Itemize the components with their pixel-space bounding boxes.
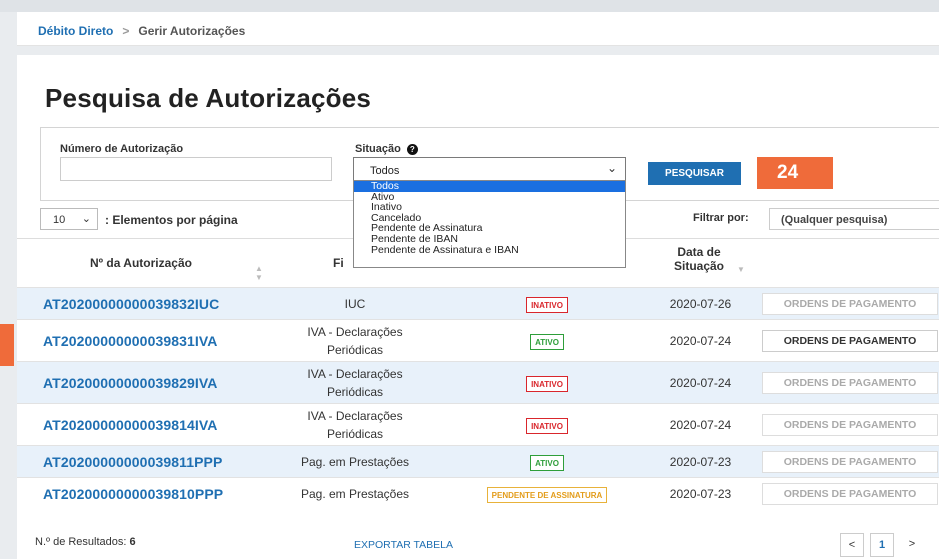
status-cell: ATIVO (457, 453, 637, 471)
auth-id-link[interactable]: AT20200000000039810PPP (43, 486, 223, 502)
finalidade-cell: Pag. em Prestações (281, 453, 429, 471)
header-data-situacao[interactable]: Data de Situação (664, 245, 734, 273)
date-cell: 2020-07-23 (669, 455, 732, 469)
situacao-option[interactable]: Todos (354, 181, 625, 192)
finalidade-cell: IUC (281, 295, 429, 313)
payment-orders-button[interactable]: ORDENS DE PAGAMENTO (762, 372, 938, 394)
pagination-prev-button[interactable]: < (840, 533, 864, 557)
finalidade-cell: Pag. em Prestações (281, 485, 429, 503)
status-badge: ATIVO (530, 455, 564, 471)
auth-id-link[interactable]: AT20200000000039831IVA (43, 333, 218, 349)
sort-icon[interactable]: ▲ ▼ (255, 264, 263, 282)
annotation-badge: 24 (757, 157, 833, 189)
situacao-select[interactable]: Todos ⌄ (353, 157, 626, 181)
status-badge: ATIVO (530, 334, 564, 350)
table-row: AT20200000000039831IVA IVA - Declarações P… (17, 319, 939, 361)
situacao-label: Situação? (355, 143, 418, 155)
search-button[interactable]: PESQUISAR (648, 162, 741, 185)
table-row: AT20200000000039829IVA IVA - Declarações P… (17, 361, 939, 403)
export-table-link[interactable]: EXPORTAR TABELA (354, 539, 453, 551)
finalidade-cell: IVA - Declarações Periódicas (281, 407, 429, 443)
finalidade-text: Pag. em Prestações (300, 455, 410, 469)
filter-by-label: Filtrar por: (693, 212, 749, 224)
date-cell: 2020-07-24 (669, 376, 732, 390)
filter-by-input[interactable]: (Qualquer pesquisa) (769, 208, 939, 230)
results-number: 6 (129, 536, 136, 548)
status-cell: INATIVO (457, 416, 637, 434)
results-label: N.º de Resultados: (35, 536, 127, 548)
status-badge: INATIVO (526, 418, 568, 434)
header-finalidade[interactable]: Fi (333, 256, 344, 270)
situacao-selected-value: Todos (370, 165, 400, 177)
date-cell: 2020-07-26 (669, 297, 732, 311)
table-row: AT20200000000039810PPP Pag. em Prestações… (17, 477, 939, 509)
finalidade-text: IVA - Declarações (307, 325, 403, 339)
payment-orders-button[interactable]: ORDENS DE PAGAMENTO (762, 451, 938, 473)
results-count: N.º de Resultados: 6 (35, 536, 136, 548)
chevron-down-icon: ⌄ (606, 161, 617, 175)
header-data-situacao-line2: Situação (673, 259, 724, 273)
finalidade-text: Periódicas (326, 343, 384, 357)
status-cell: ATIVO (457, 332, 637, 350)
auth-number-label: Número de Autorização (60, 143, 184, 155)
status-cell: PENDENTE DE ASSINATURA (457, 485, 637, 503)
help-circle-icon[interactable]: ? (406, 143, 418, 155)
auth-id-link[interactable]: AT20200000000039811PPP (43, 454, 222, 470)
finalidade-text: Periódicas (326, 385, 384, 399)
finalidade-text: IVA - Declarações (307, 409, 403, 423)
situacao-label-text: Situação (355, 143, 401, 155)
per-page-value: 10 (53, 214, 66, 226)
finalidade-text: Pag. em Prestações (300, 487, 410, 501)
date-cell: 2020-07-23 (669, 487, 732, 501)
date-cell: 2020-07-24 (669, 418, 732, 432)
pagination-page-button[interactable]: 1 (870, 533, 894, 557)
situacao-dropdown-list: Todos Ativo Inativo Cancelado Pendente d… (353, 180, 626, 268)
payment-orders-button[interactable]: ORDENS DE PAGAMENTO (762, 330, 938, 352)
finalidade-cell: IVA - Declarações Periódicas (281, 323, 429, 359)
finalidade-text: IVA - Declarações (307, 367, 403, 381)
finalidade-cell: IVA - Declarações Periódicas (281, 365, 429, 401)
breadcrumb-separator: > (122, 24, 130, 38)
sort-icon[interactable]: ▼ (737, 265, 745, 274)
status-badge: INATIVO (526, 297, 568, 313)
auth-id-link[interactable]: AT20200000000039814IVA (43, 417, 218, 433)
payment-orders-button[interactable]: ORDENS DE PAGAMENTO (762, 414, 938, 436)
page-title: Pesquisa de Autorizações (45, 83, 372, 113)
payment-orders-button[interactable]: ORDENS DE PAGAMENTO (762, 293, 938, 315)
header-data-situacao-line1: Data de (677, 245, 721, 259)
breadcrumb: Débito Direto > Gerir Autorizações (38, 24, 245, 38)
chevron-down-icon: ⌄ (81, 213, 91, 225)
date-cell: 2020-07-24 (669, 334, 732, 348)
status-badge: INATIVO (526, 376, 568, 392)
per-page-label: : Elementos por página (105, 213, 238, 227)
pagination-next-button[interactable]: > (900, 533, 924, 557)
table-row: AT20200000000039811PPP Pag. em Prestações… (17, 445, 939, 477)
finalidade-text: Periódicas (326, 427, 384, 441)
status-badge: PENDENTE DE ASSINATURA (486, 487, 608, 503)
status-cell: INATIVO (457, 374, 637, 392)
situacao-option[interactable]: Pendente de IBAN (354, 234, 625, 245)
header-auth-number[interactable]: Nº da Autorização (90, 256, 192, 270)
table-row: AT20200000000039814IVA IVA - Declarações P… (17, 403, 939, 445)
table-row: AT20200000000039832IUC IUC INATIVO 2020-07-… (17, 287, 939, 319)
situacao-option[interactable]: Pendente de Assinatura e IBAN (354, 244, 625, 256)
top-strip (0, 0, 939, 12)
payment-orders-button[interactable]: ORDENS DE PAGAMENTO (762, 483, 938, 505)
finalidade-text: IUC (344, 297, 366, 311)
breadcrumb-current: Gerir Autorizações (138, 24, 246, 38)
annotation-edge-marker (0, 324, 14, 366)
per-page-select[interactable]: 10 ⌄ (40, 208, 98, 230)
breadcrumb-root-link[interactable]: Débito Direto (38, 24, 113, 38)
auth-id-link[interactable]: AT20200000000039832IUC (43, 296, 219, 312)
auth-id-link[interactable]: AT20200000000039829IVA (43, 375, 218, 391)
auth-number-input[interactable] (60, 157, 332, 181)
status-cell: INATIVO (457, 295, 637, 313)
